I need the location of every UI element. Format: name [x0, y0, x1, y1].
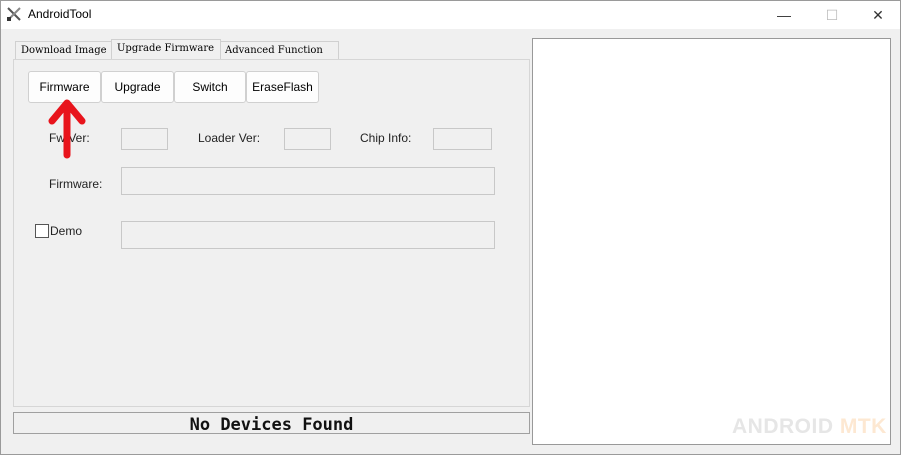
- eraseflash-button[interactable]: EraseFlash: [246, 71, 319, 103]
- firmware-path-label: Firmware:: [49, 177, 103, 191]
- switch-button[interactable]: Switch: [174, 71, 246, 103]
- watermark-text-android: ANDROID: [732, 415, 834, 438]
- tab-download-image[interactable]: Download Image: [15, 41, 114, 59]
- demo-checkbox[interactable]: [35, 224, 49, 238]
- upgrade-button[interactable]: Upgrade: [101, 71, 174, 103]
- title-bar: AndroidTool — ☐ ✕: [1, 1, 900, 29]
- tab-advanced-function[interactable]: Advanced Function: [219, 41, 339, 59]
- chip-info-label: Chip Info:: [360, 131, 412, 145]
- upgrade-firmware-panel: Firmware Upgrade Switch EraseFlash Fw Ve…: [13, 59, 530, 407]
- tab-upgrade-firmware[interactable]: Upgrade Firmware: [111, 39, 221, 59]
- tools-icon: [7, 7, 21, 21]
- window-title: AndroidTool: [28, 7, 92, 21]
- demo-label: Demo: [50, 224, 83, 238]
- red-arrow-annotation: [48, 99, 86, 159]
- loader-ver-field: [284, 128, 331, 150]
- maximize-button[interactable]: ☐: [809, 1, 855, 29]
- android-tool-window: AndroidTool — ☐ ✕ Download Image Upgrade…: [0, 0, 901, 455]
- firmware-path-field: [121, 167, 495, 195]
- close-button[interactable]: ✕: [855, 1, 901, 29]
- watermark-text-mtk: MTK: [839, 415, 887, 438]
- watermark: ANDROID MTK: [732, 415, 887, 439]
- chip-info-field: [433, 128, 492, 150]
- loader-ver-label: Loader Ver:: [198, 131, 261, 145]
- log-output-pane: ANDROID MTK: [532, 38, 891, 445]
- device-status-bar: No Devices Found: [13, 412, 530, 435]
- fw-ver-field: [121, 128, 168, 150]
- demo-path-field: [121, 221, 495, 249]
- minimize-button[interactable]: —: [761, 1, 807, 29]
